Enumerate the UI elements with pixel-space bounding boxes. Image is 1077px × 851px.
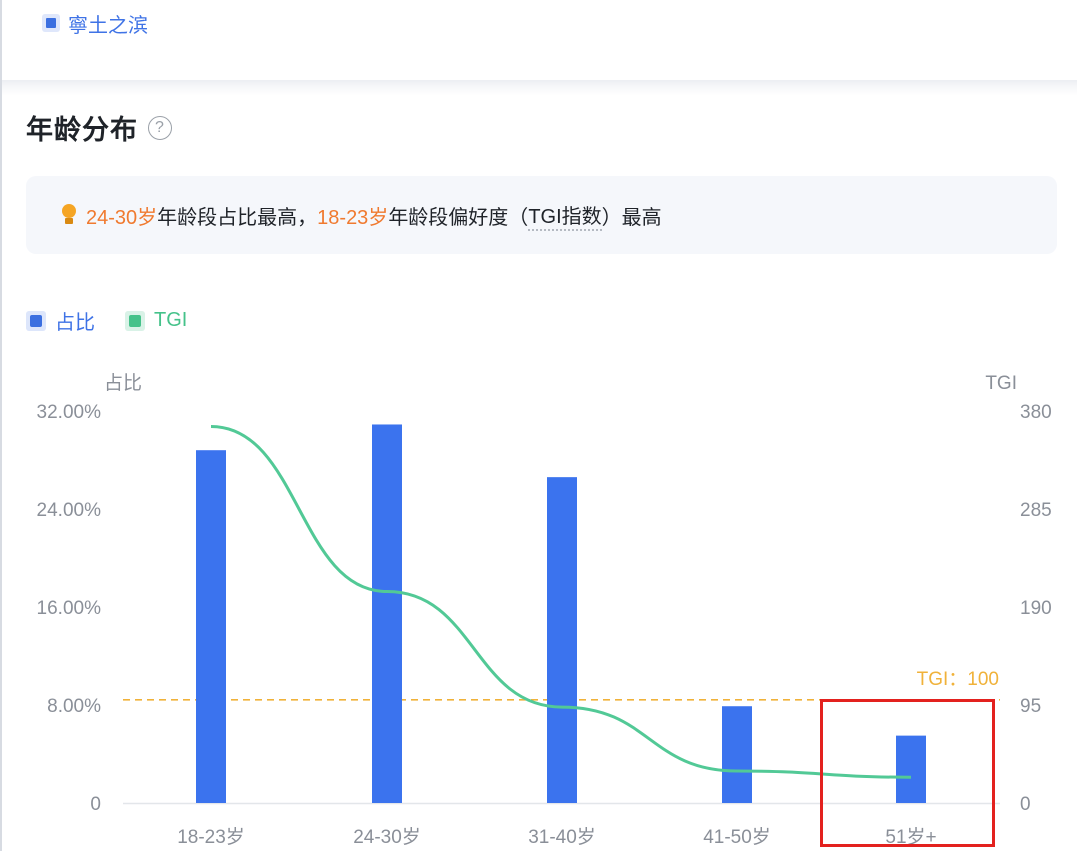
top-panel: 寧土之滨: [2, 0, 1077, 80]
square-tag-icon: [42, 14, 60, 32]
insight-text-3: ）最高: [601, 206, 662, 229]
insight-highlight-top-tgi: 18-23岁: [317, 206, 389, 229]
left-axis-label: 占比: [104, 372, 142, 394]
tgi-reference-label: TGI：100: [917, 669, 999, 690]
legend-label-share: 占比: [55, 312, 95, 334]
filter-tag-label: 寧土之滨: [68, 14, 148, 37]
left-tick-label: 16.00%: [37, 598, 102, 619]
bar-share: [722, 706, 752, 803]
lightbulb-icon: [60, 204, 78, 226]
legend-label-tgi: TGI: [154, 309, 188, 331]
right-tick-label: 0: [1020, 794, 1031, 815]
tgi-term-tooltip[interactable]: TGI指数: [528, 200, 602, 231]
bar-share: [196, 450, 226, 803]
chart-legend: 占比 TGI: [26, 306, 187, 335]
green-square-icon: [125, 310, 145, 331]
x-tick-label: 31-40岁: [528, 826, 596, 848]
blue-square-icon: [26, 310, 46, 331]
right-tick-label: 380: [1020, 402, 1052, 423]
x-tick-label: 18-23岁: [177, 826, 245, 848]
section-divider: [2, 80, 1077, 96]
legend-item-tgi[interactable]: TGI: [125, 306, 187, 335]
insight-highlight-top-share: 24-30岁: [86, 206, 158, 229]
insight-text-2: 年龄段偏好度（: [388, 206, 529, 229]
left-tick-label: 24.00%: [37, 500, 102, 521]
bar-share: [372, 424, 402, 803]
right-tick-label: 190: [1020, 598, 1052, 619]
left-tick-label: 32.00%: [37, 402, 102, 423]
right-tick-label: 285: [1020, 500, 1052, 521]
section-header: 年龄分布 ?: [26, 108, 172, 147]
right-axis-label: TGI: [985, 373, 1017, 394]
left-tick-label: 0: [90, 794, 101, 815]
highlight-box-51-plus: [820, 699, 995, 847]
insight-banner: 24-30岁 年龄段占比最高， 18-23岁 年龄段偏好度（ TGI指数 ）最高: [26, 176, 1057, 254]
x-tick-label: 41-50岁: [703, 826, 771, 848]
help-icon[interactable]: ?: [148, 115, 172, 140]
bar-share: [547, 477, 577, 803]
filter-tag[interactable]: 寧土之滨: [42, 10, 148, 37]
right-tick-label: 95: [1020, 696, 1041, 717]
left-tick-label: 8.00%: [47, 696, 101, 717]
legend-item-share[interactable]: 占比: [26, 306, 95, 335]
insight-text-1: 年龄段占比最高，: [157, 206, 318, 229]
x-tick-label: 24-30岁: [353, 826, 421, 848]
page-title: 年龄分布: [26, 115, 138, 145]
